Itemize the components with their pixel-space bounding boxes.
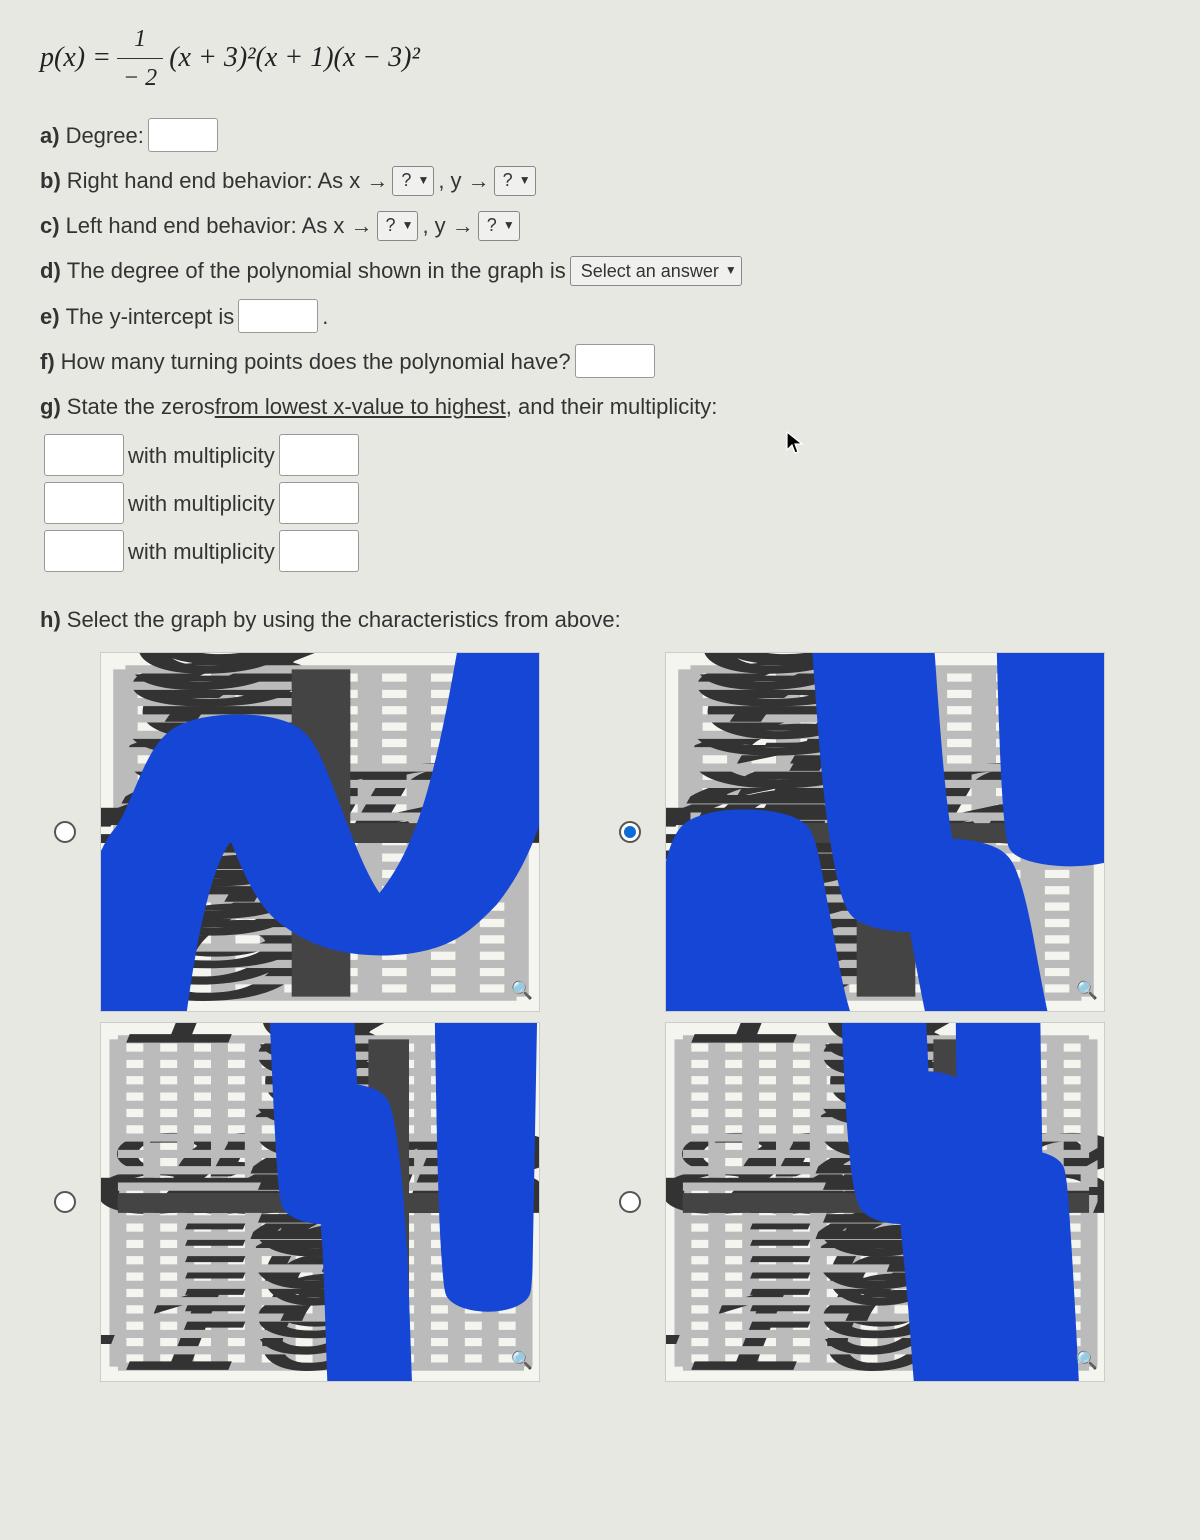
zoom-icon[interactable]: 🔍 [1076, 1346, 1098, 1375]
period-e: . [322, 299, 328, 334]
denominator: − 2 [117, 59, 163, 97]
tp-input[interactable] [575, 344, 655, 378]
chevron-down-icon: ▼ [725, 261, 737, 280]
text-b: Right hand end behavior: As x → [67, 163, 389, 198]
chevron-down-icon: ▼ [519, 171, 531, 190]
zoom-icon[interactable]: 🔍 [1076, 976, 1098, 1005]
label-d: d) [40, 253, 61, 288]
degree-input[interactable] [148, 118, 218, 152]
label-f: f) [40, 344, 55, 379]
text-d: The degree of the polynomial shown in th… [67, 253, 566, 288]
mult3-input[interactable] [279, 530, 359, 572]
chevron-down-icon: ▼ [417, 171, 429, 190]
graph-4[interactable]: -8-7-6-5-4-3-2-11234-10-9-8-7-6-5-4-3-2-… [665, 1022, 1105, 1382]
g-pre: State the zeros [67, 389, 215, 424]
g-post: , and their multiplicity: [506, 389, 718, 424]
graph-3[interactable]: -8-7-6-5-4-3-2-11234-10-9-8-7-6-5-4-3-2-… [100, 1022, 540, 1382]
label-g: g) [40, 389, 61, 424]
svg-text:10: 10 [101, 653, 314, 697]
graph-radio-1[interactable] [54, 821, 76, 843]
with2: with multiplicity [128, 486, 275, 521]
zoom-icon[interactable]: 🔍 [511, 976, 533, 1005]
label-a: a) [40, 118, 60, 153]
label-b: b) [40, 163, 61, 198]
zoom-icon[interactable]: 🔍 [511, 1346, 533, 1375]
graph-radio-4[interactable] [619, 1191, 641, 1213]
c-y-select[interactable]: ? ▼ [478, 211, 520, 241]
graph-radio-2[interactable] [619, 821, 641, 843]
c-x-select[interactable]: ? ▼ [377, 211, 419, 241]
text-e: The y-intercept is [66, 299, 235, 334]
zero2-input[interactable] [44, 482, 124, 524]
text-c: Left hand end behavior: As x → [66, 208, 373, 243]
cursor-icon [785, 430, 805, 456]
fraction: 1 − 2 [117, 20, 163, 98]
label-c: c) [40, 208, 60, 243]
with3: with multiplicity [128, 534, 275, 569]
formula-rhs: (x + 3)²(x + 1)(x − 3)² [169, 36, 420, 81]
mult1-input[interactable] [279, 434, 359, 476]
text-h: Select the graph by using the characteri… [67, 602, 621, 637]
text-f: How many turning points does the polynom… [61, 344, 571, 379]
yint-input[interactable] [238, 299, 318, 333]
graph-radio-3[interactable] [54, 1191, 76, 1213]
graph-2[interactable]: -4-3-2-11234-10-9-8-7-6-5-4-3-2-11234567… [665, 652, 1105, 1012]
d-select[interactable]: Select an answer ▼ [570, 256, 742, 286]
chevron-down-icon: ▼ [402, 216, 414, 235]
b-y-select[interactable]: ? ▼ [494, 166, 536, 196]
numerator: 1 [117, 20, 163, 59]
mult2-input[interactable] [279, 482, 359, 524]
zero1-input[interactable] [44, 434, 124, 476]
label-e: e) [40, 299, 60, 334]
sep-b: , y → [438, 163, 489, 198]
g-mid: from lowest x-value to highest [215, 389, 506, 424]
text-a: Degree: [66, 118, 144, 153]
formula-lhs: p(x) = [40, 36, 111, 81]
sep-c: , y → [422, 208, 473, 243]
graph-1[interactable]: -4-3-2-11234-10-9-8-7-6-5-4-3-2-11234567… [100, 652, 540, 1012]
chevron-down-icon: ▼ [503, 216, 515, 235]
b-x-select[interactable]: ? ▼ [392, 166, 434, 196]
label-h: h) [40, 602, 61, 637]
zero3-input[interactable] [44, 530, 124, 572]
with1: with multiplicity [128, 438, 275, 473]
